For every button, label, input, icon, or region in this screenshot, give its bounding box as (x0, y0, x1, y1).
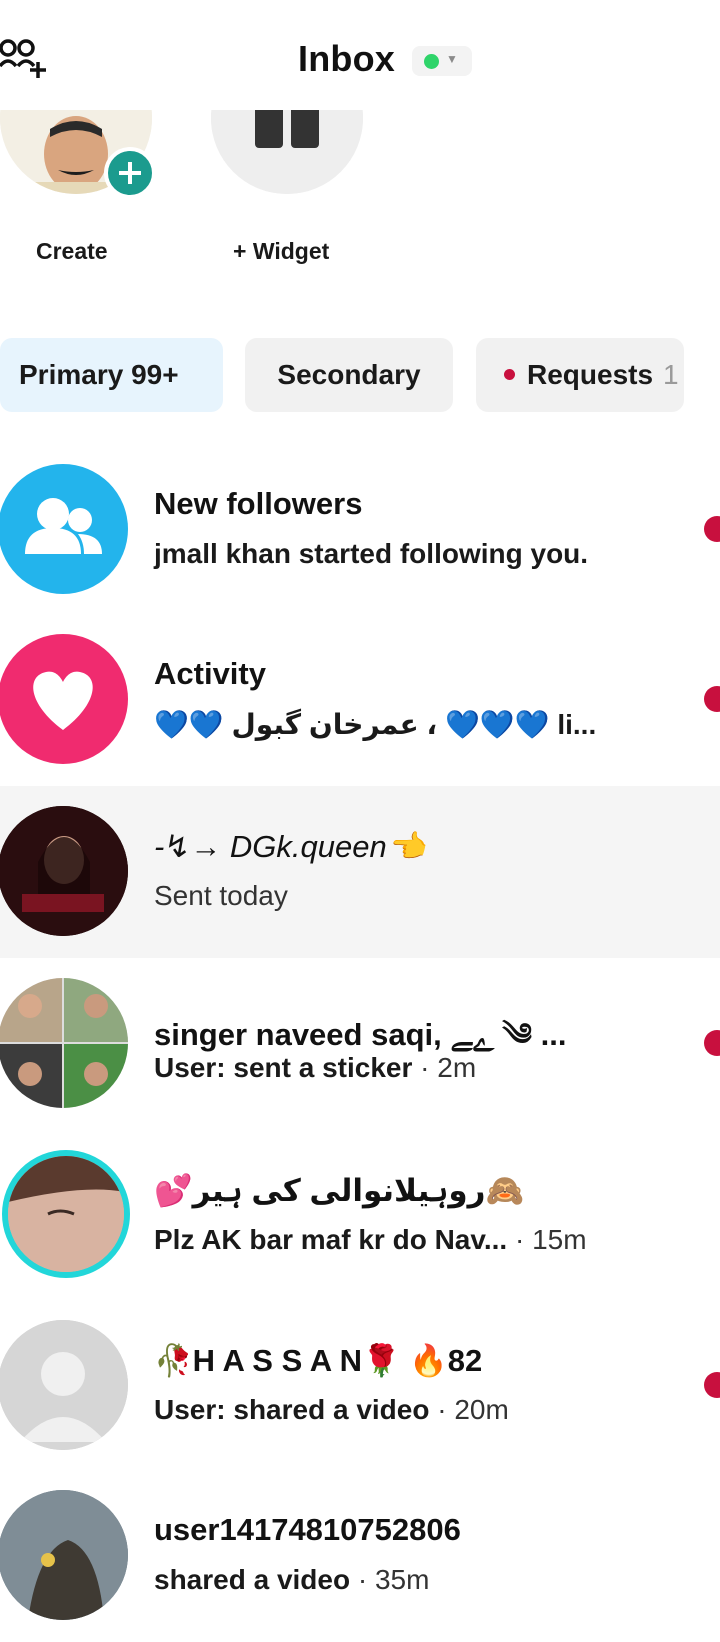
unread-dot (704, 516, 720, 542)
thread-time: · 20m (429, 1394, 509, 1425)
online-status-dot (424, 54, 439, 69)
create-story-label: Create (36, 238, 108, 264)
page-title: Inbox (298, 38, 395, 79)
tab-secondary[interactable]: Secondary (245, 338, 453, 412)
add-story-button[interactable] (104, 147, 156, 199)
tab-requests-label: Requests (527, 359, 654, 390)
thread-preview: User: shared a video · 20m (154, 1394, 509, 1426)
unread-dot (704, 1030, 720, 1056)
people-icon (0, 464, 128, 594)
thread-preview: shared a video · 35m (154, 1564, 429, 1596)
thread-dgk-queen[interactable]: -↯→ DGk.queen👈 Sent today (0, 786, 720, 958)
thread-preview: jmall khan started following you. (154, 538, 589, 569)
thread-rohilanwali[interactable]: 💕روہیلانوالی کی ہیر🙈 Plz AK bar maf kr d… (0, 1130, 720, 1302)
thread-title: Activity (154, 656, 266, 691)
thread-time: · 35m (350, 1564, 430, 1595)
thread-hassan[interactable]: 🥀H A S S A N🌹 🔥82 User: shared a video ·… (0, 1300, 720, 1472)
thread-preview-text: shared a video (154, 1564, 351, 1595)
avatar (0, 806, 128, 936)
thread-title: 💕روہیلانوالی کی ہیر🙈 (154, 1173, 525, 1208)
thread-preview-text: Plz AK bar maf kr do Nav... (154, 1224, 508, 1255)
avatar (0, 1490, 128, 1620)
unread-dot (704, 1372, 720, 1398)
heart-icon (0, 634, 128, 764)
thread-title: user14174810752806 (154, 1512, 461, 1547)
thread-title: -↯→ DGk.queen👈 (154, 829, 426, 864)
chevron-down-icon: ▼ (446, 52, 458, 66)
thread-time: · 2m (412, 1052, 477, 1083)
thread-time: · 15m (507, 1224, 587, 1255)
avatar (0, 978, 128, 1108)
thread-preview-text: User: shared a video (154, 1394, 430, 1425)
default-avatar-icon (0, 1320, 128, 1450)
thread-new-followers[interactable]: New followers jmall khan started followi… (0, 444, 720, 616)
thread-preview: 💙💙 عمرخان گبول ، 💙💙💙 li... (154, 709, 597, 740)
thread-preview: Sent today (154, 880, 288, 911)
avatar-with-story-ring (2, 1150, 130, 1278)
thread-activity[interactable]: Activity 💙💙 عمرخان گبول ، 💙💙💙 li... (0, 614, 720, 786)
thread-title: New followers (154, 486, 363, 521)
unread-dot (704, 686, 720, 712)
tab-primary[interactable]: Primary 99+ (0, 338, 223, 412)
thread-preview: User: sent a sticker · 2m (154, 1052, 476, 1084)
thread-title: 🥀H A S S A N🌹 🔥82 (154, 1343, 483, 1378)
active-status-toggle[interactable]: ▼ (412, 46, 472, 76)
widget-label[interactable]: + Widget (233, 238, 329, 265)
inbox-header: Inbox ▼ (0, 0, 720, 110)
requests-unread-dot (504, 369, 515, 381)
tab-requests[interactable]: Requests 1 (476, 338, 684, 412)
add-friends-icon[interactable] (0, 36, 52, 84)
thread-preview-text: User: sent a sticker (154, 1052, 413, 1083)
requests-count: 1 (663, 359, 679, 390)
thread-group-singer[interactable]: singer naveed saqi, ﮮﮯ ༄ ... User: sent … (0, 958, 720, 1130)
thread-preview: Plz AK bar maf kr do Nav... · 15m (154, 1224, 587, 1256)
thread-user14174810752806[interactable]: user14174810752806 shared a video · 35m (0, 1470, 720, 1642)
